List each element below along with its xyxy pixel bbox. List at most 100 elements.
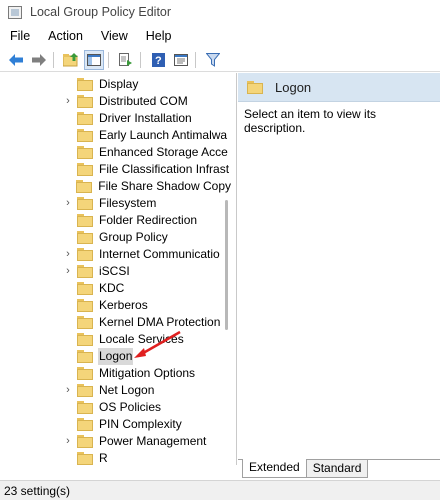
menu-view[interactable]: View	[92, 25, 137, 47]
folder-icon	[76, 180, 93, 193]
tree-item[interactable]: › Filesystem	[0, 195, 232, 212]
folder-icon	[77, 282, 93, 295]
pane-splitter[interactable]	[236, 73, 237, 465]
filter-button[interactable]	[203, 50, 223, 70]
tree-item[interactable]: Kerberos	[0, 297, 232, 314]
folder-icon	[77, 231, 93, 244]
app-icon	[8, 5, 22, 19]
tree-item[interactable]: › Net Logon	[0, 382, 232, 399]
tree-item-label: Filesystem	[99, 196, 157, 210]
tree-item[interactable]: Logon	[0, 348, 232, 365]
tree-item[interactable]: R	[0, 450, 232, 465]
toolbar-separator	[53, 51, 54, 68]
chevron-right-icon[interactable]: ›	[63, 382, 73, 399]
tree-item[interactable]: Group Policy	[0, 229, 232, 246]
tree-item-label: File Share Shadow Copy	[98, 179, 231, 193]
svg-text:?: ?	[155, 55, 162, 67]
tree-item-label: Group Policy	[99, 230, 168, 244]
tree-item[interactable]: Locale Services	[0, 331, 232, 348]
chevron-right-icon[interactable]: ›	[63, 93, 73, 110]
folder-icon	[77, 129, 93, 142]
back-button[interactable]	[6, 50, 26, 70]
tree-item-label: Kerberos	[99, 298, 148, 312]
chevron-right-icon[interactable]: ›	[63, 433, 73, 450]
menu-file[interactable]: File	[0, 25, 39, 47]
tree-item[interactable]: › Power Management	[0, 433, 232, 450]
toolbar-separator	[108, 51, 109, 68]
folder-icon	[77, 384, 93, 397]
tree-item-label: Enhanced Storage Acce	[99, 145, 228, 159]
menu-bar: File Action View Help	[0, 25, 440, 47]
details-pane: Logon Select an item to view its descrip…	[238, 73, 440, 465]
tree-item-label: Mitigation Options	[99, 366, 196, 380]
folder-icon	[77, 163, 93, 176]
tree-item-label: Driver Installation	[99, 111, 192, 125]
tree-item[interactable]: › iSCSI	[0, 263, 232, 280]
details-description: Select an item to view its description.	[244, 107, 377, 135]
tree-item[interactable]: Folder Redirection	[0, 212, 232, 229]
tree-scrollbar-thumb[interactable]	[225, 200, 228, 330]
up-one-level-button[interactable]	[61, 50, 81, 70]
chevron-right-icon[interactable]: ›	[63, 246, 73, 263]
status-text: 23 setting(s)	[4, 483, 71, 498]
status-bar: 23 setting(s)	[0, 480, 440, 500]
folder-icon	[77, 197, 93, 210]
folder-icon	[77, 401, 93, 414]
help-button[interactable]: ?	[148, 50, 168, 70]
folder-icon	[77, 112, 93, 125]
tab-extended[interactable]: Extended	[242, 459, 307, 478]
export-list-icon	[119, 52, 132, 66]
tree-item[interactable]: File Classification Infrast	[0, 161, 232, 178]
tree-item-label: Distributed COM	[99, 94, 188, 108]
tree-item-label: Folder Redirection	[99, 213, 198, 227]
show-hide-tree-icon	[87, 53, 101, 66]
tree-item[interactable]: Early Launch Antimalwa	[0, 127, 232, 144]
tree-item-label: Net Logon	[99, 383, 155, 397]
properties-button[interactable]	[171, 50, 191, 70]
tree-item-label: iSCSI	[99, 264, 130, 278]
show-hide-tree-button[interactable]	[84, 49, 104, 70]
tree-item[interactable]: Display	[0, 76, 232, 93]
folder-icon	[77, 367, 93, 380]
folder-icon	[77, 333, 93, 346]
tree-item-label: Early Launch Antimalwa	[99, 128, 228, 142]
tree-item[interactable]: › Internet Communicatio	[0, 246, 232, 263]
tree-item[interactable]: Driver Installation	[0, 110, 232, 127]
forward-button[interactable]	[29, 50, 49, 70]
folder-icon	[77, 78, 93, 91]
tree-item[interactable]: Kernel DMA Protection	[0, 314, 232, 331]
tree-item-label: PIN Complexity	[99, 417, 182, 431]
details-title: Logon	[275, 79, 312, 95]
tree-item-label: Display	[99, 77, 139, 91]
tab-standard[interactable]: Standard	[305, 460, 369, 478]
tree-item[interactable]: › Distributed COM	[0, 93, 232, 110]
folder-icon	[77, 452, 93, 465]
menu-action[interactable]: Action	[39, 25, 92, 47]
window-title: Local Group Policy Editor	[30, 5, 172, 19]
folder-icon	[77, 299, 93, 312]
toolbar: ?	[0, 48, 440, 72]
tree-item[interactable]: File Share Shadow Copy	[0, 178, 232, 195]
forward-arrow-icon	[32, 53, 46, 66]
navigation-tree: Display › Distributed COM Driver Installati…	[0, 73, 232, 465]
back-arrow-icon	[9, 53, 23, 66]
tree-item[interactable]: Mitigation Options	[0, 365, 232, 382]
tree-scrollbar[interactable]	[224, 73, 230, 465]
tree-item[interactable]: PIN Complexity	[0, 416, 232, 433]
folder-icon	[77, 95, 93, 108]
up-folder-icon	[63, 52, 78, 66]
menu-help[interactable]: Help	[137, 25, 181, 47]
tree-item[interactable]: KDC	[0, 280, 232, 297]
tree-item[interactable]: Enhanced Storage Acce	[0, 144, 232, 161]
chevron-right-icon[interactable]: ›	[63, 263, 73, 280]
folder-icon	[77, 316, 93, 329]
chevron-right-icon[interactable]: ›	[63, 195, 73, 212]
tree-item-label: OS Policies	[99, 400, 162, 414]
tree-item-label: R	[99, 451, 108, 465]
toolbar-separator	[140, 51, 141, 68]
folder-icon	[77, 248, 93, 261]
folder-icon	[77, 350, 93, 363]
tree-item[interactable]: OS Policies	[0, 399, 232, 416]
folder-icon	[77, 435, 93, 448]
export-list-button[interactable]	[116, 50, 136, 70]
